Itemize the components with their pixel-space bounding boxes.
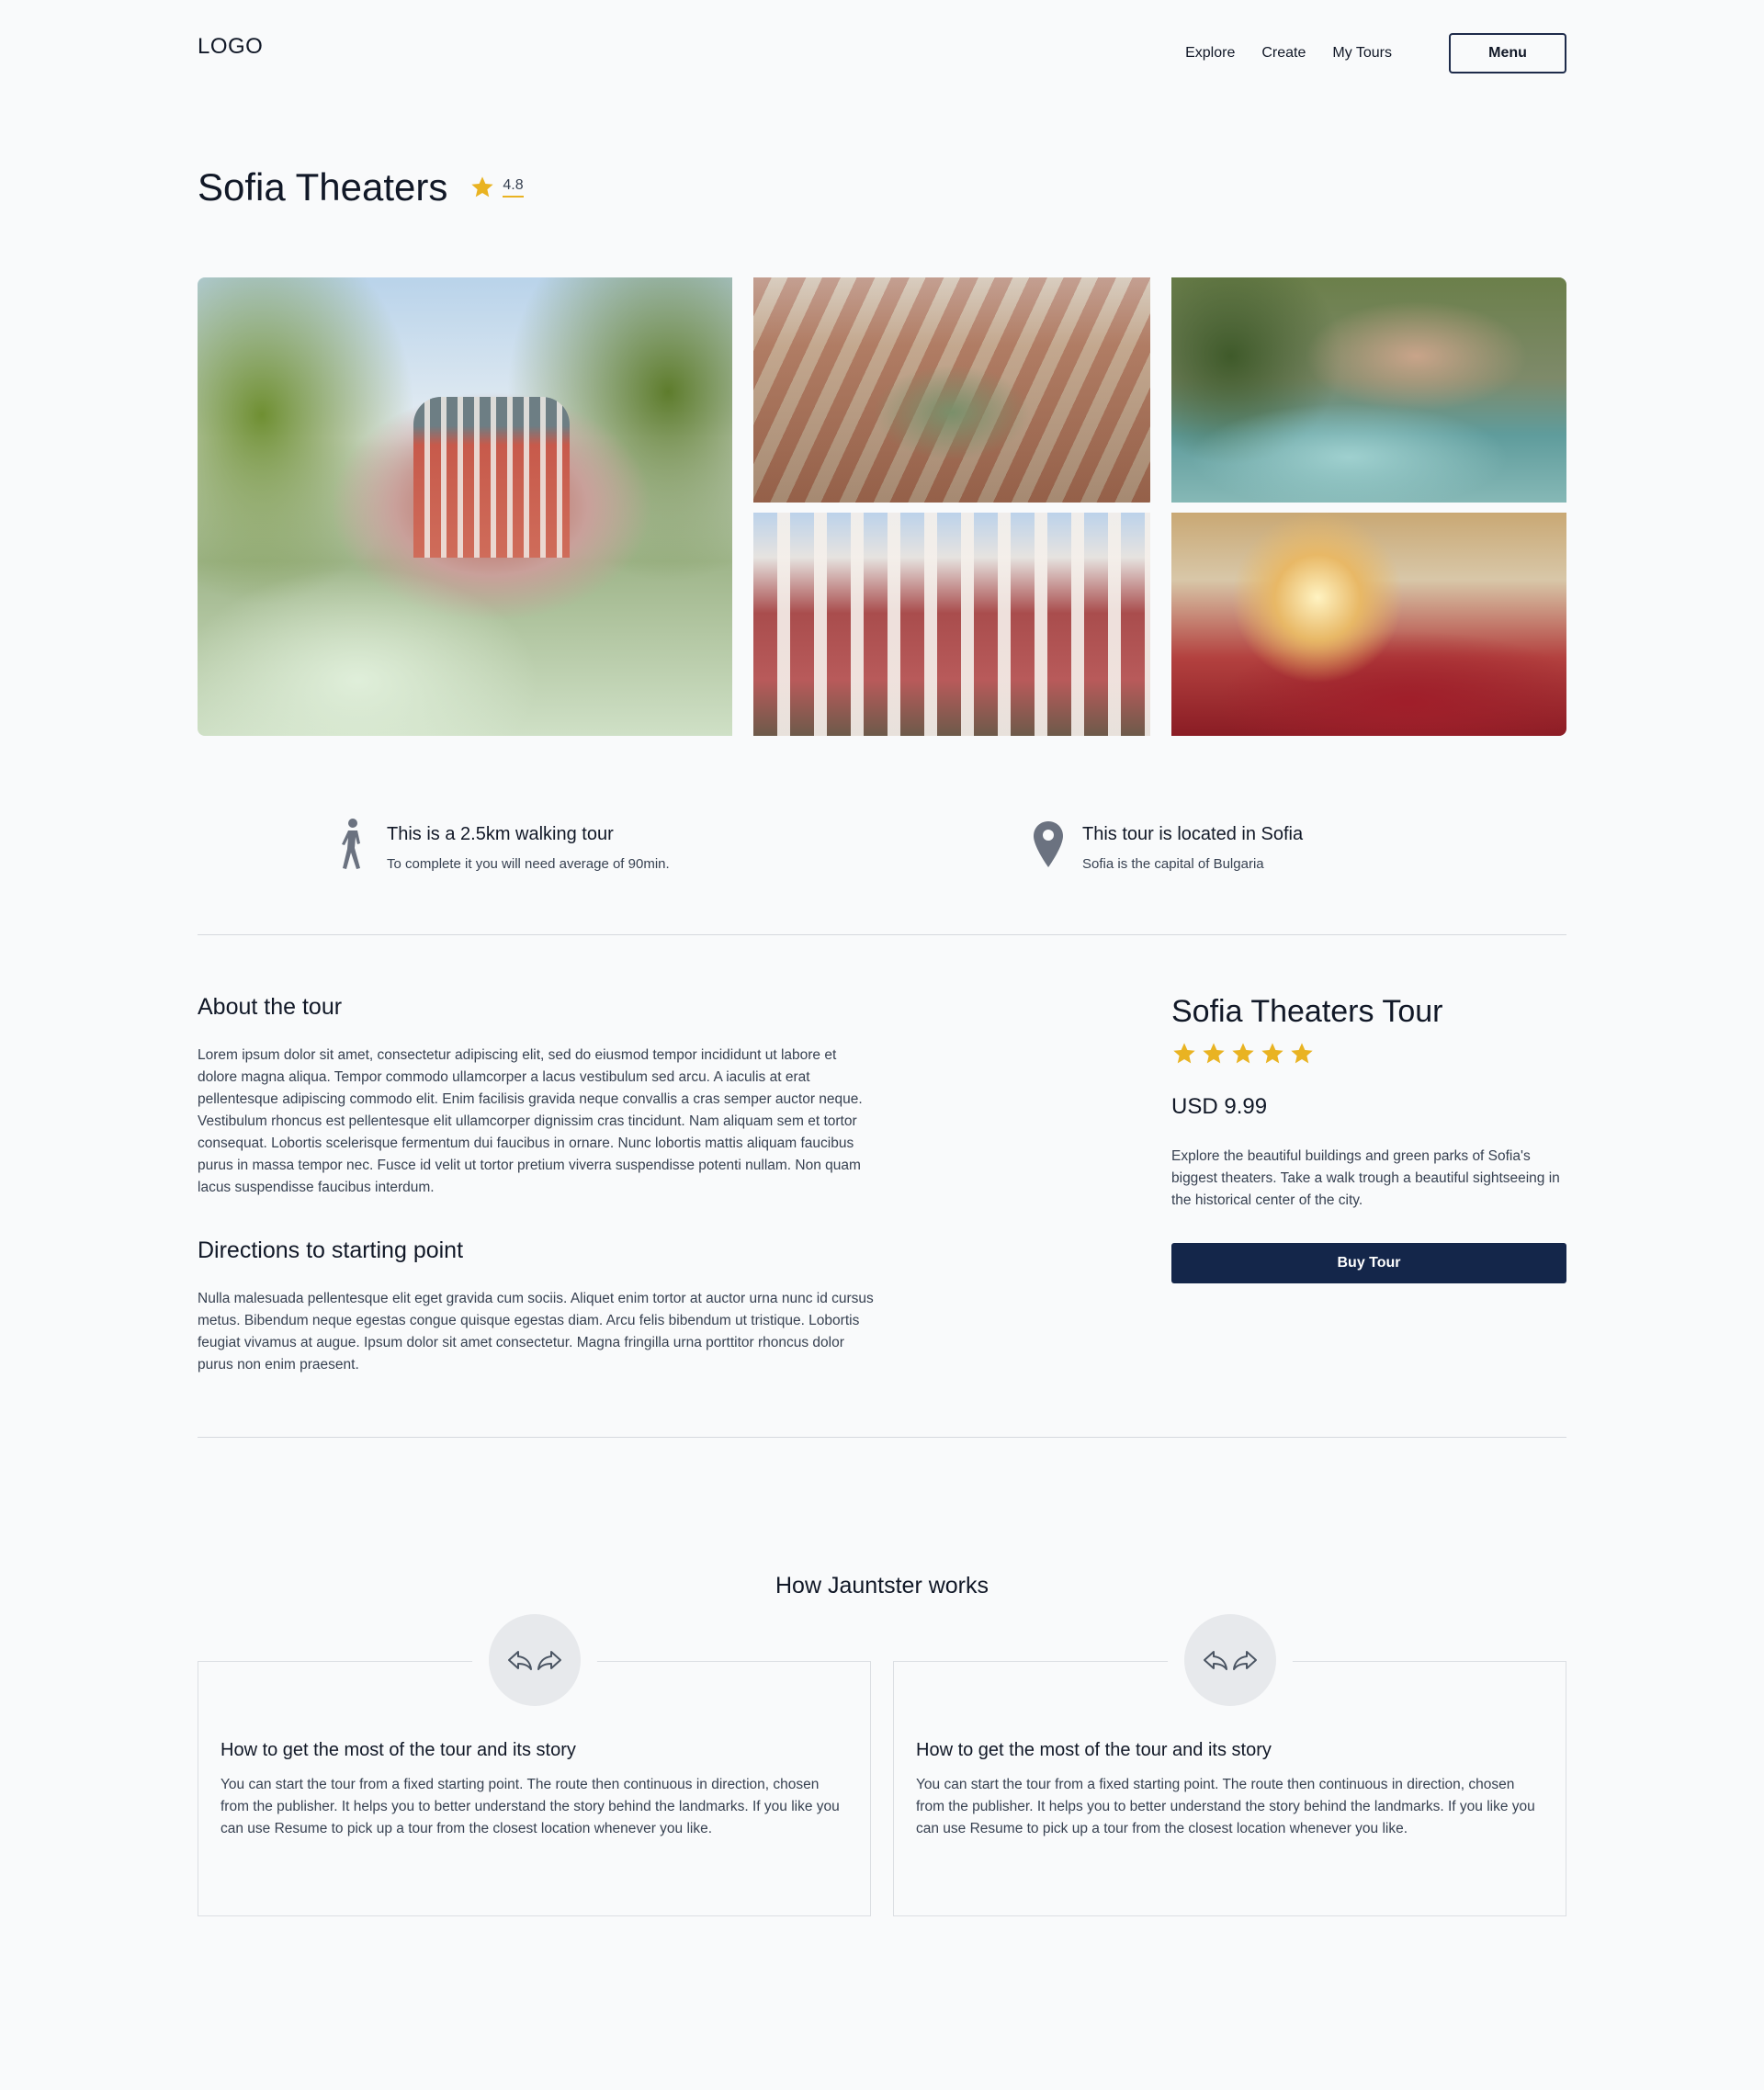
walking-text: This is a 2.5km walking tour To complete… [387, 818, 670, 873]
how-card: How to get the most of the tour and its … [198, 1614, 871, 1916]
divider [198, 934, 1566, 935]
star-icon [1261, 1043, 1283, 1064]
divider [198, 1437, 1566, 1438]
card-text: You can start the tour from a fixed star… [916, 1777, 1535, 1836]
purchase-panel: Sofia Theaters Tour USD 9.99 Explore the… [1171, 994, 1566, 1283]
tour-info-row: This is a 2.5km walking tour To complete… [198, 818, 1566, 882]
theater-building-shape [413, 397, 570, 558]
how-it-works-title: How Jauntster works [775, 1573, 989, 1599]
photo-gallery [198, 277, 1566, 736]
nav-my-tours[interactable]: My Tours [1332, 45, 1392, 62]
about-text: Lorem ipsum dolor sit amet, consectetur … [198, 1047, 863, 1195]
tour-description: Explore the beautiful buildings and gree… [1171, 1148, 1560, 1208]
nav-create[interactable]: Create [1261, 45, 1306, 62]
card-title: How to get the most of the tour and its … [916, 1740, 1272, 1760]
buy-tour-button[interactable]: Buy Tour [1171, 1243, 1566, 1283]
star-icon [1291, 1043, 1313, 1064]
location-title: This tour is located in Sofia [1082, 824, 1304, 844]
star-icon [1232, 1043, 1254, 1064]
card-icon-circle [489, 1614, 581, 1706]
rating-value[interactable]: 4.8 [503, 177, 524, 198]
walking-person-icon [342, 819, 360, 869]
title-row: Sofia Theaters 4.8 [198, 165, 1566, 209]
walking-subtitle: To complete it you will need average of … [387, 856, 670, 872]
location-subtitle: Sofia is the capital of Bulgaria [1082, 856, 1264, 872]
card-title: How to get the most of the tour and its … [220, 1740, 576, 1760]
star-icon [1173, 1043, 1195, 1064]
directions-text: Nulla malesuada pellentesque elit eget g… [198, 1291, 874, 1373]
directions-heading: Directions to starting point [198, 1237, 464, 1263]
nav-explore[interactable]: Explore [1185, 45, 1235, 62]
location-info: This tour is located in Sofia Sofia is t… [1029, 818, 1303, 873]
gallery-image-aerial[interactable] [753, 277, 1150, 503]
card-icon-circle [1184, 1614, 1276, 1706]
star-icon [1203, 1043, 1225, 1064]
how-card: How to get the most of the tour and its … [893, 1614, 1566, 1916]
gallery-image-interior[interactable] [1171, 513, 1566, 736]
gallery-image-facade[interactable] [753, 513, 1150, 736]
gallery-image-main[interactable] [198, 277, 732, 736]
site-header: LOGO Explore Create My Tours Menu [198, 33, 1566, 73]
location-text: This tour is located in Sofia Sofia is t… [1082, 818, 1303, 873]
card-text: You can start the tour from a fixed star… [220, 1777, 840, 1836]
walking-title: This is a 2.5km walking tour [387, 824, 614, 844]
about-section: About the tour Lorem ipsum dolor sit ame… [198, 994, 877, 1376]
tour-title: Sofia Theaters Tour [1171, 994, 1443, 1029]
location-pin-icon [1034, 821, 1063, 867]
tour-price: USD 9.99 [1171, 1094, 1268, 1119]
reply-forward-arrows-icon [1204, 1651, 1257, 1670]
star-rating [1171, 1041, 1566, 1067]
main-nav: Explore Create My Tours Menu [1159, 33, 1566, 73]
menu-button[interactable]: Menu [1449, 33, 1566, 73]
about-heading: About the tour [198, 994, 343, 1020]
reply-forward-arrows-icon [508, 1651, 561, 1670]
logo[interactable]: LOGO [198, 34, 263, 60]
walking-info: This is a 2.5km walking tour To complete… [334, 818, 670, 873]
star-icon [471, 176, 494, 198]
page-title: Sofia Theaters [198, 165, 448, 209]
gallery-image-fountain[interactable] [1171, 277, 1566, 503]
